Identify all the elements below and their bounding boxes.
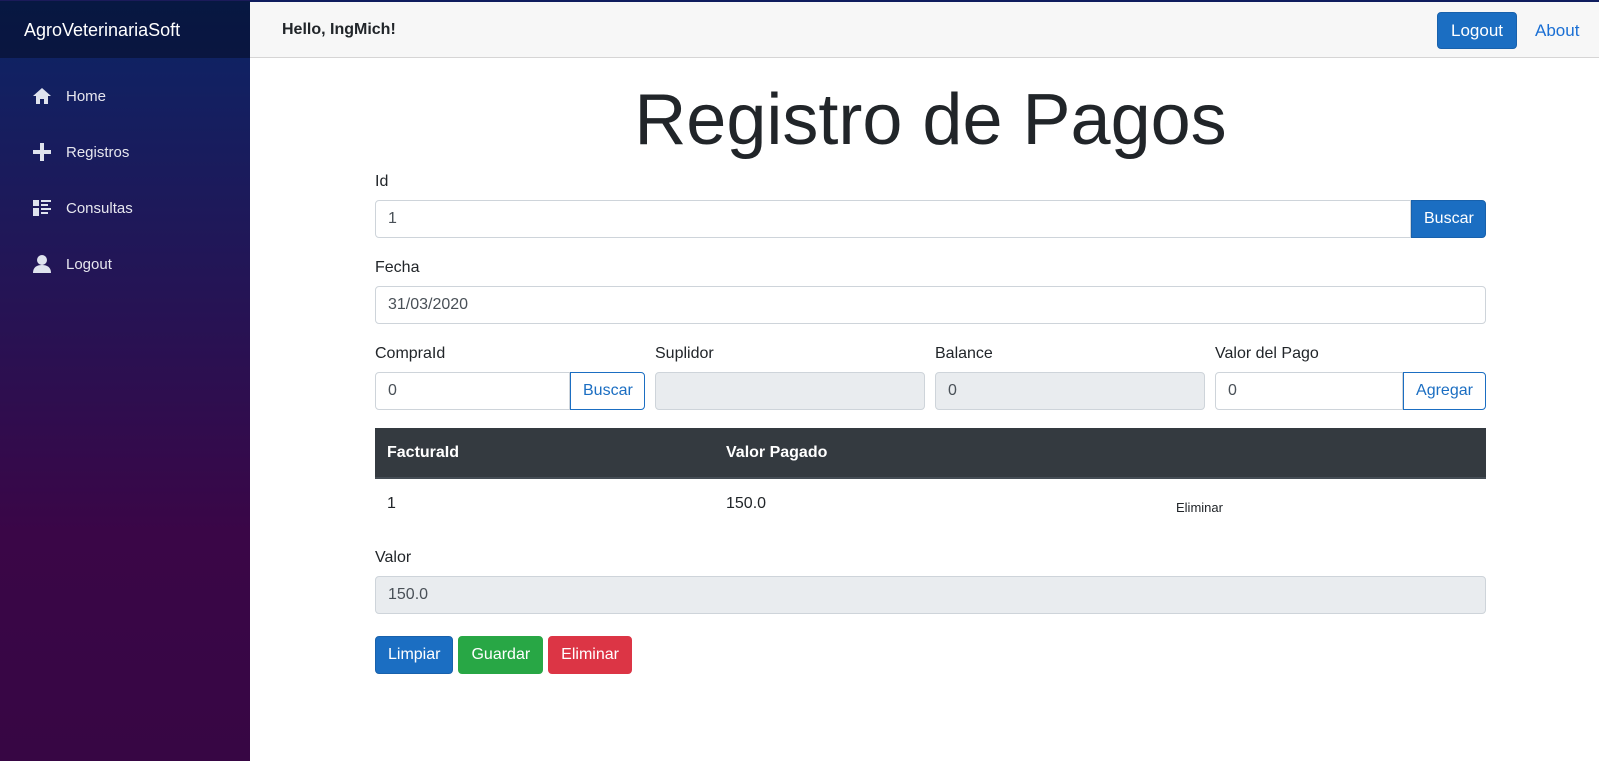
sidebar: AgroVeterinariaSoft Home Registros Consu… [0,0,250,761]
valor-pago-group: Valor del Pago 0 Agregar [1215,345,1486,410]
sidebar-item-label: Registros [66,143,130,161]
limpiar-button[interactable]: Limpiar [375,636,454,674]
valor-pago-input[interactable]: 0 [1215,372,1403,410]
plus-icon [32,142,52,162]
fecha-label: Fecha [375,259,420,276]
sidebar-item-label: Home [66,87,107,105]
valor-group: Valor 150.0 [375,549,1486,614]
id-label: Id [375,173,389,190]
brand-title[interactable]: AgroVeterinariaSoft [0,0,250,58]
col-header-valor-pagado: Valor Pagado [714,428,1164,479]
top-bar: Hello, IngMich! Logout About [250,0,1599,58]
id-group: Id 1 Buscar [375,173,1486,238]
greeting: Hello, IngMich! [282,21,396,38]
table-row: 1 150.0 Eliminar [375,478,1486,528]
action-buttons: Limpiar Guardar Eliminar [375,636,632,674]
home-icon [32,86,52,106]
fecha-input[interactable]: 31/03/2020 [375,286,1486,324]
cell-factura-id: 1 [387,494,396,512]
suplidor-input [655,372,925,410]
sidebar-item-logout[interactable]: Logout [0,236,250,292]
valor-label: Valor [375,549,412,566]
suplidor-label: Suplidor [655,345,714,362]
sidebar-item-registros[interactable]: Registros [0,124,250,180]
payments-table-wrapper: FacturaId Valor Pagado 1 150.0 Eliminar [375,428,1486,528]
sidebar-nav: Home Registros Consultas Logout [0,58,250,292]
agregar-button[interactable]: Agregar [1403,372,1486,410]
balance-input: 0 [935,372,1205,410]
valor-pago-label: Valor del Pago [1215,345,1319,362]
row-delete-link[interactable]: Eliminar [1176,500,1223,515]
compra-label: CompraId [375,345,446,362]
id-input[interactable]: 1 [375,200,1411,238]
table-header-row: FacturaId Valor Pagado [375,428,1486,479]
sidebar-item-label: Logout [66,255,112,273]
cell-valor-pagado: 150.0 [726,494,767,512]
guardar-button[interactable]: Guardar [458,636,544,674]
compra-input-group: 0 Buscar [375,372,645,410]
page-title: Registro de Pagos [634,80,1227,160]
payments-table: FacturaId Valor Pagado 1 150.0 Eliminar [375,428,1486,528]
sidebar-item-label: Consultas [66,199,133,217]
suplidor-group: Suplidor [655,345,925,410]
valor-pago-input-group: 0 Agregar [1215,372,1486,410]
balance-label: Balance [935,345,993,362]
compra-input[interactable]: 0 [375,372,570,410]
person-icon [32,254,52,274]
valor-input: 150.0 [375,576,1486,614]
id-input-group: 1 Buscar [375,200,1486,238]
sidebar-item-home[interactable]: Home [0,68,250,124]
sidebar-item-consultas[interactable]: Consultas [0,180,250,236]
about-link[interactable]: About [1535,21,1579,41]
compra-group: CompraId 0 Buscar [375,345,645,410]
id-search-button[interactable]: Buscar [1411,200,1486,238]
col-header-actions [1164,428,1486,479]
list-icon [32,198,52,218]
col-header-factura: FacturaId [375,428,714,479]
logout-button[interactable]: Logout [1437,12,1517,49]
balance-group: Balance 0 [935,345,1205,410]
main-content: Registro de Pagos Id 1 Buscar Fecha 31/0… [375,58,1486,674]
compra-search-button[interactable]: Buscar [570,372,645,410]
fecha-group: Fecha 31/03/2020 [375,259,1486,324]
eliminar-button[interactable]: Eliminar [548,636,632,674]
